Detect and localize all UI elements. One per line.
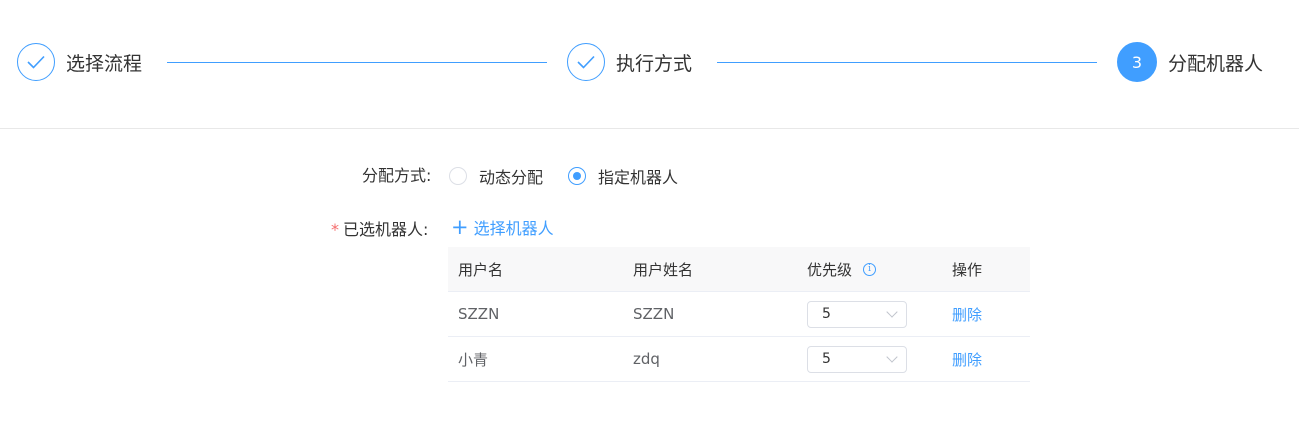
check-icon xyxy=(567,43,605,81)
delete-button[interactable]: 删除 xyxy=(952,304,982,325)
delete-cell: 删除 xyxy=(952,337,982,381)
selected-robots-label: * 已选机器人: xyxy=(331,216,428,240)
header-full-name: 用户姓名 xyxy=(633,260,694,279)
priority-select[interactable]: 5 xyxy=(807,345,907,373)
table-row: SZZN SZZN 5 删除 xyxy=(448,292,1030,337)
radio-checked-icon xyxy=(568,167,586,185)
priority-select-cell: 5 xyxy=(807,292,907,336)
allocation-label: 分配方式: xyxy=(362,166,432,185)
priority-select[interactable]: 5 xyxy=(807,300,907,328)
add-robot-button[interactable]: + 选择机器人 xyxy=(451,215,554,239)
step-connector xyxy=(717,62,1097,63)
header-priority-label: 优先级 xyxy=(807,260,853,279)
table-row: 小青 zdq 5 删除 xyxy=(448,337,1030,382)
selected-robots-label-text: 已选机器人: xyxy=(343,220,429,239)
required-mark: * xyxy=(331,220,339,239)
step-number-badge: 3 xyxy=(1117,42,1157,82)
priority-select-cell: 5 xyxy=(807,337,907,381)
cell-full-name: zdq xyxy=(633,350,660,368)
step-select-process[interactable]: 选择流程 xyxy=(17,41,142,83)
radio-unchecked-icon xyxy=(449,167,467,185)
steps-bar: 选择流程 执行方式 3 分配机器人 xyxy=(0,0,1299,129)
step-title: 执行方式 xyxy=(616,52,693,75)
header-priority: 优先级 i xyxy=(807,247,877,291)
robots-table: 用户名 用户姓名 优先级 i 操作 SZZN SZZN 5 删除 小青 zdq … xyxy=(448,247,1030,382)
priority-value: 5 xyxy=(822,351,831,367)
delete-button[interactable]: 删除 xyxy=(952,349,982,370)
priority-value: 5 xyxy=(822,306,831,322)
step-assign-robot[interactable]: 3 分配机器人 xyxy=(1117,41,1263,83)
step-execution-mode[interactable]: 执行方式 xyxy=(567,41,692,83)
cell-username: 小青 xyxy=(458,350,489,369)
radio-specified-robot[interactable]: 指定机器人 xyxy=(568,164,678,188)
step-title: 选择流程 xyxy=(66,52,143,75)
cell-username: SZZN xyxy=(458,305,500,323)
add-robot-label: 选择机器人 xyxy=(473,219,554,238)
radio-label: 动态分配 xyxy=(479,168,544,187)
step-title: 分配机器人 xyxy=(1168,52,1264,75)
delete-cell: 删除 xyxy=(952,292,982,336)
cell-full-name: SZZN xyxy=(633,305,675,323)
info-icon[interactable]: i xyxy=(863,262,877,276)
table-header-row: 用户名 用户姓名 优先级 i 操作 xyxy=(448,247,1030,292)
chevron-down-icon xyxy=(886,351,898,363)
check-icon xyxy=(17,43,55,81)
step-connector xyxy=(167,62,547,63)
header-username: 用户名 xyxy=(458,260,504,279)
radio-label: 指定机器人 xyxy=(598,168,679,187)
chevron-down-icon xyxy=(886,306,898,318)
header-action: 操作 xyxy=(952,260,983,279)
radio-dynamic-allocation[interactable]: 动态分配 xyxy=(449,164,543,188)
plus-icon: + xyxy=(451,214,469,239)
